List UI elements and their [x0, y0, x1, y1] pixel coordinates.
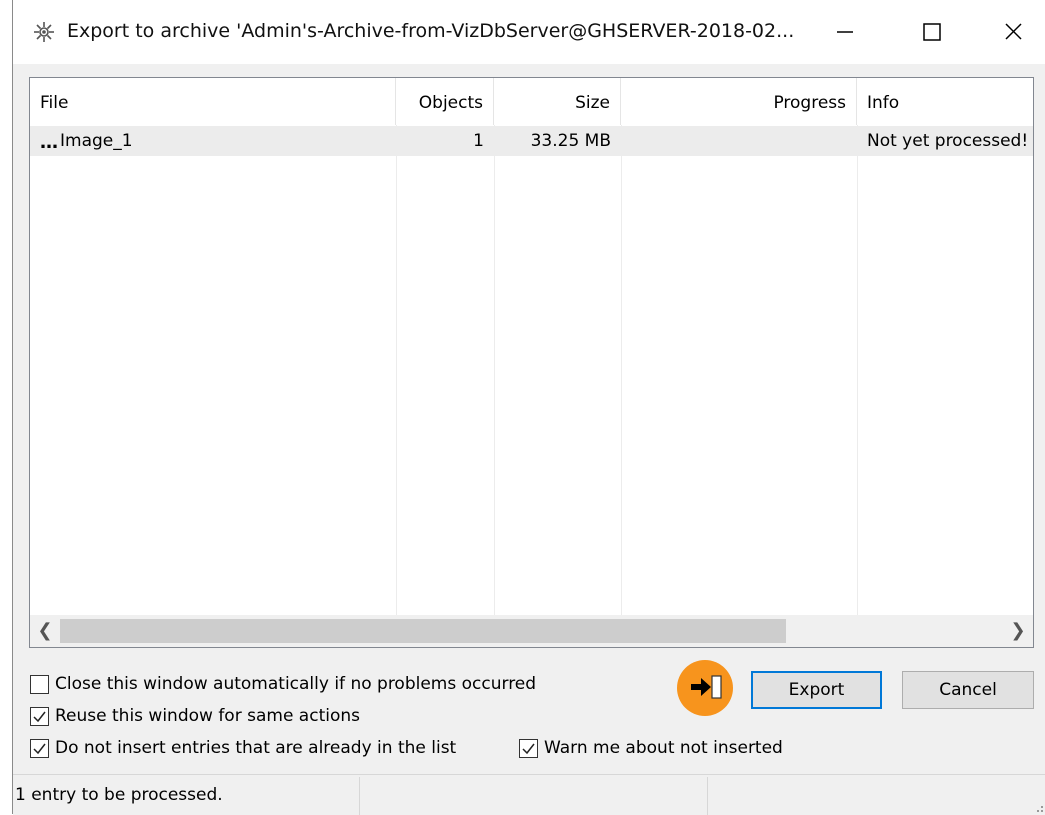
status-text: 1 entry to be processed. — [15, 785, 223, 805]
column-header-file[interactable]: File — [30, 78, 396, 125]
export-dialog: Export to archive 'Admin's-Archive-from-… — [12, 0, 1045, 815]
close-automatically-checkbox[interactable]: Close this window automatically if no pr… — [30, 673, 536, 695]
maximize-button[interactable] — [910, 12, 954, 52]
column-divider — [494, 125, 495, 615]
column-divider — [621, 125, 622, 615]
row-objects: 1 — [473, 131, 484, 151]
row-info: Not yet processed! — [867, 131, 1029, 151]
resize-grip-icon[interactable] — [1032, 801, 1044, 813]
checkbox-checked[interactable] — [30, 706, 49, 726]
checkmark-icon — [33, 711, 46, 722]
checkbox-checked[interactable] — [30, 738, 49, 758]
table-row[interactable]: … Image_1 1 33.25 MB Not yet processed! — [30, 126, 1033, 156]
cancel-button[interactable]: Cancel — [902, 671, 1034, 709]
list-header: File Objects Size Progress Info — [30, 78, 1033, 125]
do-not-insert-label: Do not insert entries that are already i… — [55, 738, 457, 758]
row-file-name: Image_1 — [60, 131, 133, 151]
column-divider — [396, 125, 397, 615]
gear-icon — [34, 22, 54, 42]
column-header-size[interactable]: Size — [494, 78, 621, 125]
warn-not-inserted-checkbox[interactable]: Warn me about not inserted — [519, 737, 783, 759]
reuse-window-label: Reuse this window for same actions — [55, 706, 360, 726]
row-size: 33.25 MB — [530, 131, 611, 151]
do-not-insert-checkbox[interactable]: Do not insert entries that are already i… — [30, 737, 456, 759]
checkmark-icon — [33, 743, 46, 754]
export-file-list[interactable]: File Objects Size Progress Info … Image_1… — [29, 77, 1034, 648]
scroll-right-arrow-icon[interactable]: ❯ — [1003, 615, 1033, 647]
export-arrow-icon — [677, 660, 733, 716]
column-header-info[interactable]: Info — [857, 78, 1033, 125]
row-progress — [621, 126, 857, 156]
title-bar: Export to archive 'Admin's-Archive-from-… — [13, 0, 1045, 64]
warn-not-inserted-label: Warn me about not inserted — [544, 738, 783, 758]
export-button[interactable]: Export — [751, 671, 882, 709]
reuse-window-checkbox[interactable]: Reuse this window for same actions — [30, 705, 360, 727]
scroll-left-arrow-icon[interactable]: ❮ — [30, 615, 60, 647]
status-divider — [359, 777, 360, 815]
column-divider — [857, 125, 858, 615]
status-bar: 1 entry to be processed. — [13, 774, 1045, 815]
checkbox-checked[interactable] — [519, 738, 538, 758]
close-automatically-label: Close this window automatically if no pr… — [55, 674, 537, 694]
checkbox-unchecked[interactable] — [30, 674, 49, 694]
minimize-button[interactable] — [823, 12, 867, 52]
status-divider — [707, 777, 708, 815]
column-header-progress[interactable]: Progress — [621, 78, 857, 125]
row-file-cell: … Image_1 — [30, 126, 396, 156]
window-title: Export to archive 'Admin's-Archive-from-… — [67, 20, 795, 42]
scrollbar-thumb[interactable] — [60, 619, 786, 643]
close-button[interactable] — [991, 12, 1035, 52]
horizontal-scrollbar[interactable]: ❮ ❯ — [30, 615, 1033, 647]
column-header-objects[interactable]: Objects — [396, 78, 494, 125]
checkmark-icon — [522, 743, 535, 754]
ellipsis-icon: … — [40, 132, 58, 153]
